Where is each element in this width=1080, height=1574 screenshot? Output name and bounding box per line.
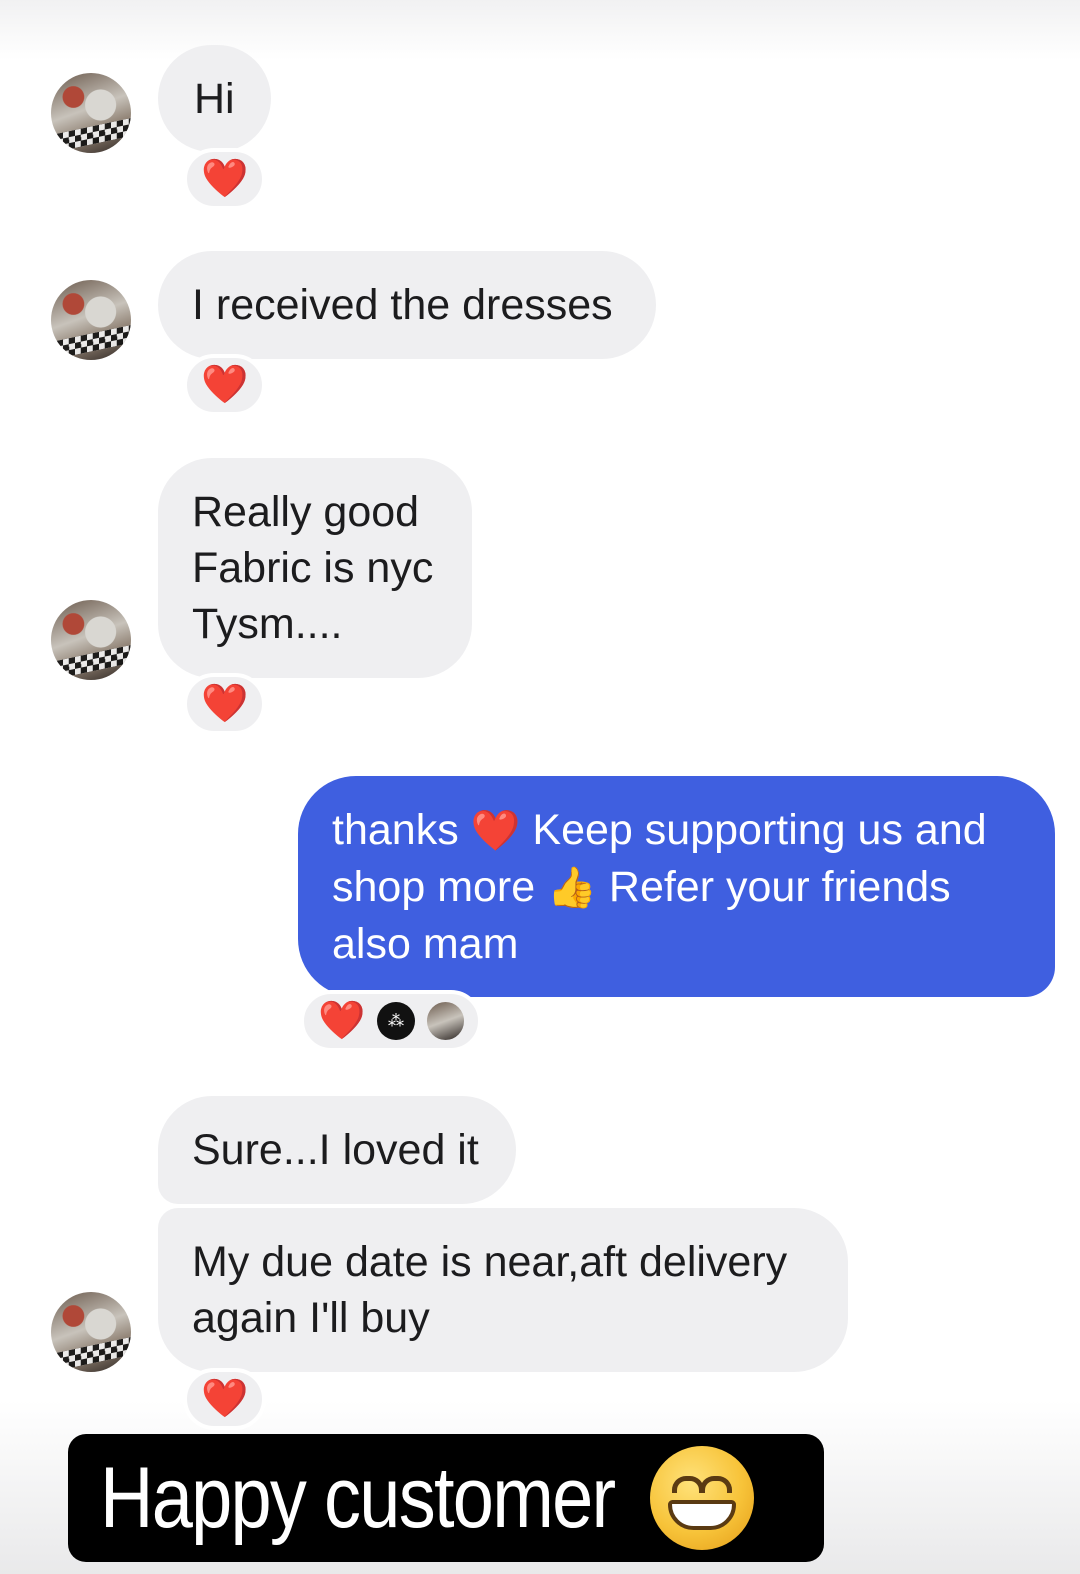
message-reaction-group[interactable]: ❤️ ⁂ xyxy=(300,990,482,1052)
message-text: Sure...I loved it xyxy=(192,1126,479,1174)
heart-reaction-icon: ❤️ xyxy=(201,1378,249,1420)
message-bubble-sent[interactable]: thanks ❤️ Keep supporting us and shop mo… xyxy=(298,776,1055,997)
message-line: Tysm.... xyxy=(192,600,343,648)
message-line: Fabric is nyc xyxy=(192,544,434,592)
caption-text: Happy customer xyxy=(100,1450,616,1546)
message-text: thanks xyxy=(332,806,459,854)
caption-banner: Happy customer xyxy=(68,1434,824,1562)
message-line: Really good xyxy=(192,488,420,536)
message-text: shop more xyxy=(332,863,536,911)
message-line: also mam xyxy=(332,920,519,968)
message-bubble-received[interactable]: Hi xyxy=(158,45,271,152)
message-reaction[interactable]: ❤️ xyxy=(183,1368,267,1430)
message-reaction[interactable]: ❤️ xyxy=(183,673,267,735)
message-reaction[interactable]: ❤️ xyxy=(183,148,267,210)
message-bubble-received[interactable]: My due date is near,aft delivery again I… xyxy=(158,1208,848,1372)
sender-avatar[interactable] xyxy=(51,73,131,153)
message-text: Keep supporting us and xyxy=(532,806,987,854)
heart-reaction-icon: ❤️ xyxy=(318,1000,366,1042)
message-reaction[interactable]: ❤️ xyxy=(183,354,267,416)
heart-reaction-icon: ❤️ xyxy=(201,683,249,725)
brand-logo-avatar-icon: ⁂ xyxy=(377,1002,415,1040)
heart-emoji-icon: ❤️ xyxy=(470,809,521,853)
sender-avatar[interactable] xyxy=(51,280,131,360)
message-text: Refer your friends xyxy=(608,863,951,911)
heart-reaction-icon: ❤️ xyxy=(201,364,249,406)
message-line: shop more 👍 Refer your friends xyxy=(332,859,1025,916)
thumbs-up-emoji-icon: 👍 xyxy=(547,866,597,910)
sender-avatar[interactable] xyxy=(51,1292,131,1372)
grinning-face-icon xyxy=(650,1446,755,1550)
user-avatar-icon xyxy=(426,1002,464,1040)
message-bubble-received[interactable]: I received the dresses xyxy=(158,251,656,359)
heart-reaction-icon: ❤️ xyxy=(201,158,249,200)
message-line: again I'll buy xyxy=(192,1294,430,1342)
message-bubble-received[interactable]: Sure...I loved it xyxy=(158,1096,516,1204)
message-text: I received the dresses xyxy=(192,281,613,329)
sender-avatar[interactable] xyxy=(51,600,131,680)
message-line: thanks ❤️ Keep supporting us and xyxy=(332,802,1025,859)
message-text: Hi xyxy=(194,75,235,123)
message-bubble-received[interactable]: Really good Fabric is nyc Tysm.... xyxy=(158,458,472,678)
message-line: My due date is near,aft delivery xyxy=(192,1238,788,1286)
